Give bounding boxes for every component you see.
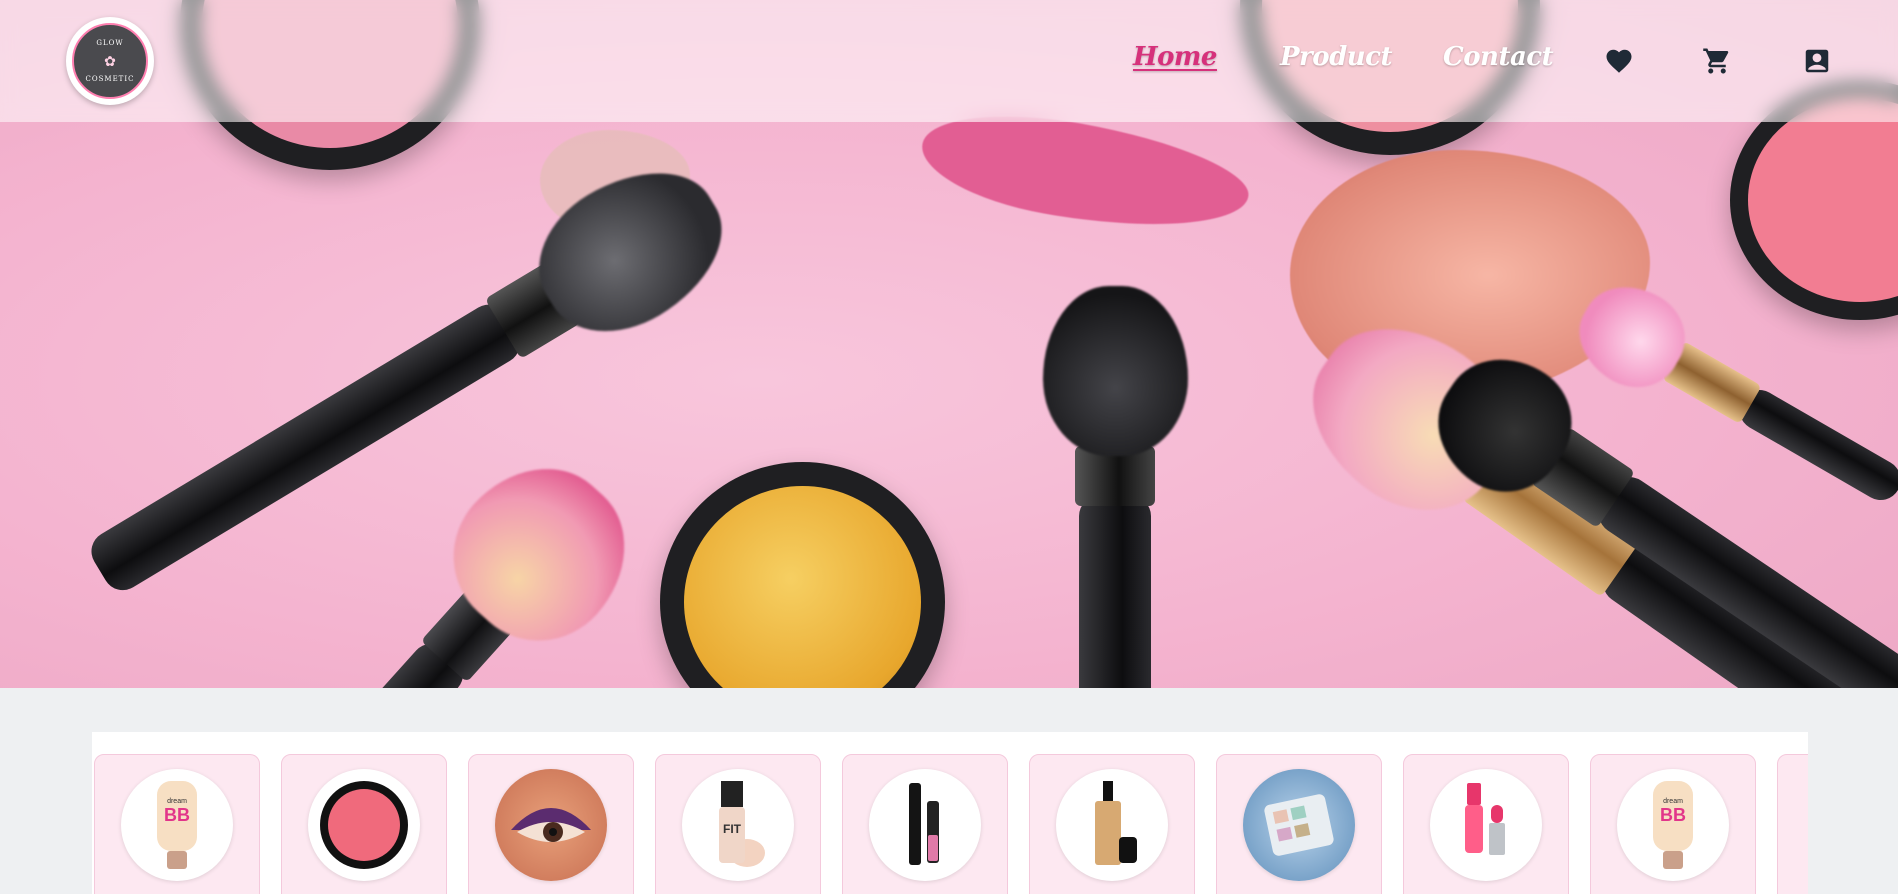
cart-icon[interactable] bbox=[1702, 46, 1732, 76]
nav-contact-link[interactable]: Contact bbox=[1443, 42, 1554, 72]
palette-icon bbox=[1243, 769, 1355, 881]
product-card[interactable]: FIT bbox=[655, 754, 821, 894]
svg-text:BB: BB bbox=[164, 805, 190, 825]
svg-text:FIT: FIT bbox=[723, 822, 742, 836]
product-carousel: dream BB FIT dream BB bbox=[92, 732, 1808, 894]
gold-powder-compact bbox=[660, 462, 945, 688]
bb-cream-icon: dream BB bbox=[1617, 769, 1729, 881]
pink-tip-brush-bottom-left bbox=[309, 435, 659, 688]
nav-home-link[interactable]: Home bbox=[1133, 42, 1217, 72]
lip-gloss-icon bbox=[1430, 769, 1542, 881]
logo-mark-icon: ✿ bbox=[104, 52, 116, 69]
product-card-partial[interactable] bbox=[1777, 754, 1808, 894]
nav-product-link[interactable]: Product bbox=[1280, 42, 1393, 72]
black-vertical-brush bbox=[1043, 266, 1188, 688]
brand-logo[interactable]: GLOW ✿ COSMETIC bbox=[66, 17, 154, 105]
mascara-icon bbox=[869, 769, 981, 881]
svg-text:dream: dream bbox=[1663, 798, 1683, 805]
blush-compact-icon bbox=[308, 769, 420, 881]
product-card[interactable]: dream BB bbox=[94, 754, 260, 894]
top-navbar: GLOW ✿ COSMETIC Home Product Contact bbox=[0, 0, 1898, 122]
heart-icon[interactable] bbox=[1604, 46, 1634, 76]
svg-text:dream: dream bbox=[167, 798, 187, 805]
product-card[interactable] bbox=[842, 754, 1008, 894]
bb-cream-icon: dream BB bbox=[121, 769, 233, 881]
account-icon[interactable] bbox=[1802, 46, 1832, 76]
logo-text-bottom: COSMETIC bbox=[85, 75, 135, 83]
large-black-brush bbox=[84, 141, 750, 598]
logo-badge: GLOW ✿ COSMETIC bbox=[72, 23, 148, 99]
eye-makeup-icon bbox=[495, 769, 607, 881]
product-card[interactable] bbox=[468, 754, 634, 894]
black-brush-right bbox=[1413, 334, 1898, 688]
product-card[interactable] bbox=[1403, 754, 1569, 894]
foundation-icon: FIT bbox=[682, 769, 794, 881]
svg-text:BB: BB bbox=[1660, 805, 1686, 825]
logo-text-top: GLOW bbox=[96, 39, 124, 47]
product-card[interactable]: dream BB bbox=[1590, 754, 1756, 894]
product-card[interactable] bbox=[1029, 754, 1195, 894]
product-card[interactable] bbox=[281, 754, 447, 894]
product-card[interactable] bbox=[1216, 754, 1382, 894]
foundation-bottle-icon bbox=[1056, 769, 1168, 881]
